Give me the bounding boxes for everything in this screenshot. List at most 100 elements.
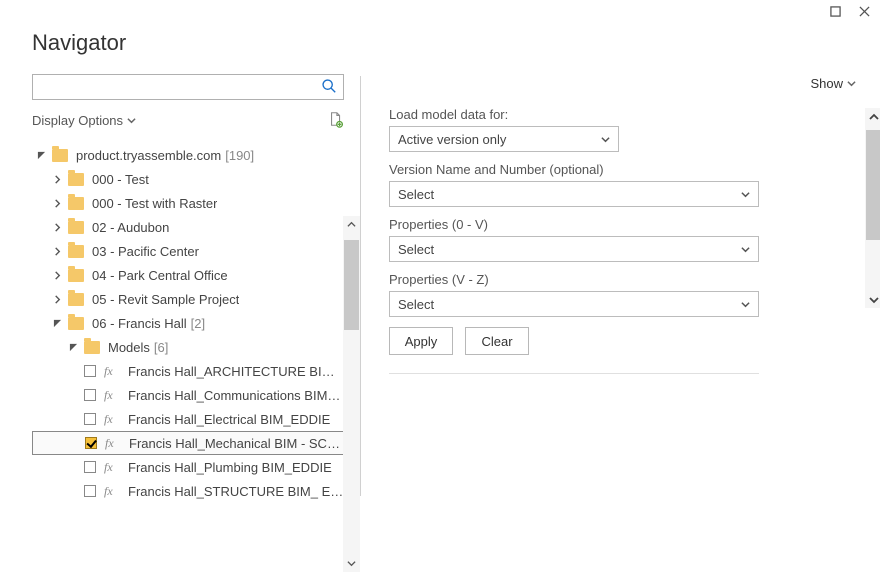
folder-icon [84, 341, 100, 354]
expand-toggle[interactable] [52, 318, 62, 328]
version-label: Version Name and Number (optional) [389, 162, 862, 177]
tree-folder[interactable]: 05 - Revit Sample Project [32, 287, 344, 311]
tree-models-node[interactable]: Models [6] [32, 335, 344, 359]
fx-icon: fx [104, 484, 122, 499]
tree-node-label: Models [108, 340, 150, 355]
expand-toggle[interactable] [36, 150, 46, 160]
tree-folder[interactable]: 04 - Park Central Office [32, 263, 344, 287]
select-value: Select [398, 242, 434, 257]
props2-select[interactable]: Select [389, 291, 759, 317]
fx-icon: fx [104, 388, 122, 403]
apply-label: Apply [405, 334, 438, 349]
search-input[interactable] [32, 74, 344, 100]
scroll-down-icon[interactable] [343, 555, 360, 572]
chevron-down-icon [741, 187, 750, 202]
fx-icon: fx [105, 436, 123, 451]
select-value: Active version only [398, 132, 506, 147]
checkbox[interactable] [84, 413, 96, 425]
tree-root[interactable]: product.tryassemble.com [190] [32, 143, 344, 167]
folder-icon [68, 245, 84, 258]
scroll-up-icon[interactable] [865, 108, 880, 125]
select-value: Select [398, 187, 434, 202]
close-icon[interactable] [859, 5, 870, 20]
tree-node-label: 03 - Pacific Center [92, 244, 199, 259]
tree-folder[interactable]: 000 - Test with Raster [32, 191, 344, 215]
tree-scrollbar[interactable] [343, 216, 360, 572]
search-icon[interactable] [321, 78, 337, 97]
folder-icon [68, 317, 84, 330]
show-button[interactable]: Show [810, 76, 856, 91]
scroll-up-icon[interactable] [343, 216, 360, 233]
folder-icon [68, 221, 84, 234]
tree-model-item[interactable]: fx Francis Hall_Communications BIM_E... [32, 383, 344, 407]
fx-icon: fx [104, 460, 122, 475]
folder-icon [68, 269, 84, 282]
clear-button[interactable]: Clear [465, 327, 529, 355]
tree-node-label: 04 - Park Central Office [92, 268, 228, 283]
section-divider [389, 373, 759, 374]
tree-model-item[interactable]: fx Francis Hall_Electrical BIM_EDDIE [32, 407, 344, 431]
checkbox[interactable] [84, 485, 96, 497]
right-scrollbar[interactable] [865, 108, 880, 308]
item-count: [190] [225, 148, 254, 163]
expand-toggle[interactable] [52, 198, 62, 208]
tree-node-label: Francis Hall_Communications BIM_E... [128, 388, 344, 403]
chevron-down-icon [741, 297, 750, 312]
refresh-icon[interactable] [328, 110, 344, 131]
tree-model-item[interactable]: fx Francis Hall_ARCHITECTURE BIM_20... [32, 359, 344, 383]
scroll-thumb[interactable] [866, 130, 880, 240]
clear-label: Clear [481, 334, 512, 349]
fx-icon: fx [104, 412, 122, 427]
tree-node-label: Francis Hall_Plumbing BIM_EDDIE [128, 460, 332, 475]
tree-node-label: Francis Hall_ARCHITECTURE BIM_20... [128, 364, 344, 379]
expand-toggle[interactable] [52, 294, 62, 304]
tree-node-label: 000 - Test [92, 172, 149, 187]
tree-folder[interactable]: 000 - Test [32, 167, 344, 191]
props2-label: Properties (V - Z) [389, 272, 862, 287]
props1-select[interactable]: Select [389, 236, 759, 262]
chevron-down-icon [127, 113, 136, 128]
page-title: Navigator [0, 24, 880, 74]
tree-node-label: Francis Hall_Electrical BIM_EDDIE [128, 412, 330, 427]
load-model-label: Load model data for: [389, 107, 862, 122]
tree-folder[interactable]: 03 - Pacific Center [32, 239, 344, 263]
display-options-label: Display Options [32, 113, 123, 128]
tree-node-label: Francis Hall_Mechanical BIM - SCHE... [129, 436, 343, 451]
tree-folder-expanded[interactable]: 06 - Francis Hall [2] [32, 311, 344, 335]
select-value: Select [398, 297, 434, 312]
tree-model-item-selected[interactable]: fx Francis Hall_Mechanical BIM - SCHE... [32, 431, 344, 455]
chevron-down-icon [847, 76, 856, 91]
folder-icon [68, 173, 84, 186]
expand-toggle[interactable] [68, 342, 78, 352]
checkbox[interactable] [84, 389, 96, 401]
expand-toggle[interactable] [52, 246, 62, 256]
item-count: [6] [154, 340, 168, 355]
maximize-icon[interactable] [830, 5, 841, 20]
folder-icon [52, 149, 68, 162]
expand-toggle[interactable] [52, 222, 62, 232]
tree-model-item[interactable]: fx Francis Hall_STRUCTURE BIM_ EDDIE [32, 479, 344, 499]
checkbox-checked[interactable] [85, 437, 97, 449]
folder-icon [68, 293, 84, 306]
load-model-select[interactable]: Active version only [389, 126, 619, 152]
chevron-down-icon [741, 242, 750, 257]
tree-node-label: 02 - Audubon [92, 220, 169, 235]
tree-node-label: Francis Hall_STRUCTURE BIM_ EDDIE [128, 484, 344, 499]
chevron-down-icon [601, 132, 610, 147]
tree-folder[interactable]: 02 - Audubon [32, 215, 344, 239]
display-options-button[interactable]: Display Options [32, 113, 136, 128]
tree-node-label: product.tryassemble.com [76, 148, 221, 163]
checkbox[interactable] [84, 461, 96, 473]
scroll-down-icon[interactable] [865, 291, 880, 308]
tree-model-item[interactable]: fx Francis Hall_Plumbing BIM_EDDIE [32, 455, 344, 479]
expand-toggle[interactable] [52, 174, 62, 184]
version-select[interactable]: Select [389, 181, 759, 207]
tree-node-label: 000 - Test with Raster [92, 196, 217, 211]
item-count: [2] [191, 316, 205, 331]
folder-icon [68, 197, 84, 210]
scroll-thumb[interactable] [344, 240, 359, 330]
tree-node-label: 05 - Revit Sample Project [92, 292, 239, 307]
apply-button[interactable]: Apply [389, 327, 453, 355]
expand-toggle[interactable] [52, 270, 62, 280]
checkbox[interactable] [84, 365, 96, 377]
